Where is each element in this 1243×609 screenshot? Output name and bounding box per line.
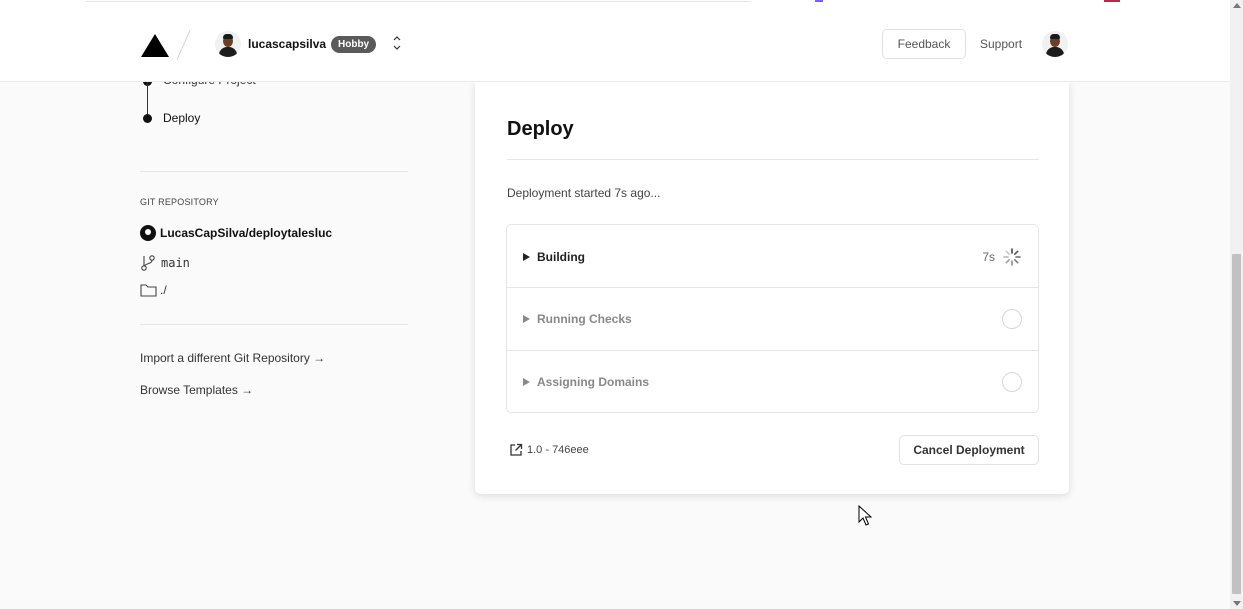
cancel-deployment-button[interactable]: Cancel Deployment: [899, 435, 1039, 465]
step-title: Assigning Domains: [537, 375, 650, 389]
branch-row: main: [140, 254, 190, 272]
breadcrumb-separator: [176, 30, 191, 60]
deployment-steps: Building 7s Running Checks Assigning Dom…: [506, 224, 1039, 413]
caret-right-icon: [523, 315, 530, 323]
page-scrollbar[interactable]: [1230, 0, 1243, 609]
folder-icon: [140, 284, 157, 297]
step-running-checks[interactable]: Running Checks: [507, 287, 1038, 350]
avatar[interactable]: [215, 31, 241, 57]
top-header: lucascapsilva Hobby Feedback Support: [0, 3, 1230, 82]
pending-circle-icon: [1002, 309, 1022, 329]
step-dot-deploy: [143, 114, 152, 123]
step-assigning-domains[interactable]: Assigning Domains: [507, 350, 1038, 413]
git-repository-heading: GIT REPOSITORY: [140, 197, 219, 207]
avatar-hair: [1050, 34, 1060, 39]
caret-right-icon: [523, 378, 530, 386]
feedback-button[interactable]: Feedback: [882, 29, 966, 59]
deploy-title: Deploy: [507, 118, 574, 140]
deployment-status: Deployment started 7s ago...: [507, 186, 661, 200]
scroll-up-arrow-icon[interactable]: [1233, 3, 1241, 8]
divider: [140, 171, 408, 172]
branch-name: main: [161, 256, 190, 270]
mouse-pointer-icon: [858, 505, 872, 526]
underlying-accent-mark: [815, 0, 823, 2]
vercel-logo-icon[interactable]: [141, 34, 169, 57]
spinner-icon: [1003, 247, 1021, 266]
step-title: Building: [537, 249, 585, 264]
directory-row: ./: [140, 283, 167, 297]
underlying-accent-mark: [1104, 0, 1120, 2]
avatar-hair: [223, 34, 233, 39]
pending-circle-icon: [1002, 372, 1022, 392]
avatar-body: [219, 47, 237, 57]
repo-name: LucasCapSilva/deploytalesluc: [160, 226, 333, 240]
chevron-updown-icon[interactable]: [391, 32, 403, 54]
step-connector: [147, 82, 148, 116]
step-label-deploy: Deploy: [163, 111, 201, 125]
root-directory: ./: [160, 283, 167, 297]
chevron-updown-svg: [393, 36, 401, 50]
avatar-body: [1046, 47, 1064, 57]
commit-ref: 1.0 - 746eee: [527, 444, 589, 456]
step-building[interactable]: Building 7s: [507, 225, 1038, 288]
external-link-icon: [510, 443, 523, 456]
scroll-down-arrow-icon[interactable]: [1233, 601, 1241, 606]
browse-templates-link[interactable]: Browse Templates →: [140, 383, 253, 397]
support-link[interactable]: Support: [980, 37, 1022, 51]
import-repository-link[interactable]: Import a different Git Repository →: [140, 351, 325, 365]
divider: [140, 324, 408, 325]
scope-username[interactable]: lucascapsilva: [248, 37, 326, 51]
user-menu-avatar[interactable]: [1042, 31, 1068, 57]
commit-link[interactable]: 1.0 - 746eee: [509, 443, 589, 457]
repo-link[interactable]: LucasCapSilva/deploytalesluc: [140, 225, 332, 241]
git-branch-icon: [141, 255, 155, 271]
plan-badge: Hobby: [331, 36, 377, 53]
step-title: Running Checks: [537, 312, 632, 326]
underlying-divider: [86, 1, 751, 2]
elapsed-time: 7s: [982, 249, 995, 264]
divider: [507, 159, 1039, 160]
caret-right-icon: [523, 252, 530, 261]
scroll-thumb[interactable]: [1232, 254, 1241, 594]
deploy-card: Deploy Deployment started 7s ago... Buil…: [475, 82, 1069, 494]
github-icon: [140, 225, 156, 241]
